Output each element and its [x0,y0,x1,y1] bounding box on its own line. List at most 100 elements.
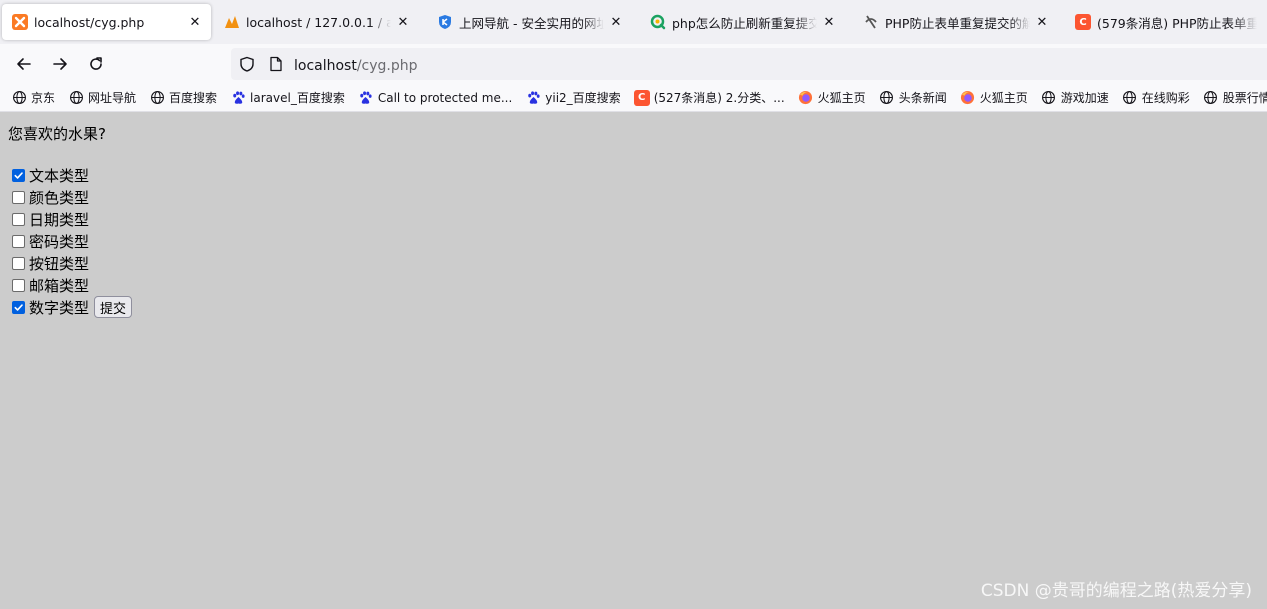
globe-icon [68,90,84,106]
bookmark-item[interactable]: C (527条消息) 2.分类、... [633,89,785,106]
tab-4[interactable]: PHP防止表单重复提交的解决方法 ✕ [853,4,1058,40]
url-host: localhost [294,57,357,74]
option-label: 日期类型 [29,210,90,229]
bookmark-item[interactable]: 头条新闻 [879,89,947,106]
url-bar[interactable]: localhost/cyg.php [231,48,1267,80]
close-icon[interactable]: ✕ [821,14,837,30]
submit-button[interactable]: 提交 [94,296,133,318]
option-label: 邮箱类型 [29,276,90,295]
bookmark-label: laravel_百度搜索 [250,91,345,105]
csdn-icon: C [1075,14,1091,30]
option-row[interactable]: 按钮类型 [12,252,132,274]
bookmark-label: 股票行情 [1222,91,1267,105]
bookmark-item[interactable]: Call to protected me... [358,90,512,106]
checkbox[interactable] [12,168,25,182]
option-label: 按钮类型 [29,254,90,273]
checkbox[interactable] [12,234,25,248]
tab-0[interactable]: localhost/cyg.php ✕ [2,4,211,40]
bookmark-label: 游戏加速 [1060,91,1109,105]
globe-icon [149,90,165,106]
bookmark-item[interactable]: 网址导航 [68,89,136,106]
bookmark-label: Call to protected me... [377,90,513,105]
php-icon [863,14,879,30]
tab-1[interactable]: localhost / 127.0.0.1 / a | phpMyAdmin ✕ [214,4,419,40]
option-row[interactable]: 日期类型 [12,208,132,230]
globe-icon [1041,90,1057,106]
phpmyadmin-icon [224,14,240,30]
tab-strip: localhost/cyg.php ✕ localhost / 127.0.0.… [0,0,1267,44]
option-label: 密码类型 [29,232,90,251]
option-row[interactable]: 颜色类型 [12,186,132,208]
close-icon[interactable]: ✕ [395,14,411,30]
close-icon[interactable]: ✕ [1034,14,1050,30]
bookmark-label: 网址导航 [88,91,137,105]
bookmark-item[interactable]: 火狐主页 [798,89,866,106]
check-icon [14,303,23,311]
close-icon[interactable]: ✕ [608,14,624,30]
globe-icon [1203,90,1219,106]
tab-title: php怎么防止刷新重复提交表单 [672,15,817,31]
checkbox[interactable] [12,190,25,204]
watermark: CSDN @贵哥的编程之路(热爱分享) [980,581,1252,601]
tab-title: (579条消息) PHP防止表单重复提交 [1097,15,1257,31]
bookmark-item[interactable]: 京东 [11,89,55,106]
bookmark-item[interactable]: 游戏加速 [1041,89,1109,106]
bookmark-item[interactable]: 百度搜索 [149,89,217,106]
bookmark-item[interactable]: 火狐主页 [960,89,1028,106]
tab-5[interactable]: C (579条消息) PHP防止表单重复提交 [1065,4,1265,40]
check-icon [14,171,23,179]
bookmark-label: yii2_百度搜索 [545,91,621,105]
bookmark-label: (527条消息) 2.分类、... [653,91,785,105]
globe-icon [1122,90,1138,106]
back-button[interactable] [10,50,38,78]
tab-3[interactable]: php怎么防止刷新重复提交表单 ✕ [640,4,845,40]
tab-title: localhost/cyg.php [34,14,145,30]
arrow-right-icon [53,58,67,70]
close-icon[interactable]: ✕ [187,14,203,30]
globe-icon [11,90,27,106]
page-icon[interactable] [266,54,286,74]
bookmark-item[interactable]: 在线购彩 [1122,89,1190,106]
forward-button[interactable] [46,50,74,78]
reload-icon [90,57,102,70]
shield-icon[interactable] [237,54,257,74]
baidu-paw-icon [230,90,246,106]
search-q-icon [650,14,666,30]
option-row[interactable]: 文本类型 [12,164,132,186]
xampp-icon [12,14,28,30]
url-text[interactable]: localhost/cyg.php [294,55,418,74]
options-list: 文本类型 颜色类型 日期类型 密码类型 按钮类型 邮箱类型 数字类型 提交 [12,164,133,318]
question-text: 您喜欢的水果? [8,125,106,143]
shield-k-icon [437,14,453,30]
bookmark-label: 京东 [31,91,56,105]
baidu-paw-icon [358,90,374,106]
bookmark-label: 百度搜索 [169,91,218,105]
bookmark-item[interactable]: laravel_百度搜索 [230,89,345,106]
bookmark-item[interactable]: yii2_百度搜索 [525,89,621,106]
firefox-icon [798,90,814,106]
tab-2[interactable]: 上网导航 - 安全实用的网址导航 ✕ [427,4,632,40]
checkbox[interactable] [12,212,25,226]
tab-title: PHP防止表单重复提交的解决方法 [885,15,1030,31]
nav-bar: localhost/cyg.php [0,44,1267,84]
checkbox[interactable] [12,300,25,314]
option-label: 数字类型 [29,298,90,317]
globe-icon [879,90,895,106]
option-row[interactable]: 邮箱类型 [12,274,132,296]
checkbox[interactable] [12,256,25,270]
option-label: 颜色类型 [29,188,90,207]
page-content: 您喜欢的水果? 文本类型 颜色类型 日期类型 密码类型 按钮类型 邮箱类型 数字 [0,113,1267,609]
bookmark-label: 火狐主页 [979,91,1028,105]
option-row[interactable]: 密码类型 [12,230,132,252]
checkbox[interactable] [12,278,25,292]
option-row[interactable]: 数字类型 提交 [12,296,133,318]
tab-title: 上网导航 - 安全实用的网址导航 [459,15,604,31]
bookmark-label: 火狐主页 [817,91,866,105]
bookmark-label: 在线购彩 [1141,91,1190,105]
firefox-icon [960,90,976,106]
bookmark-label: 头条新闻 [898,91,947,105]
tab-title: localhost / 127.0.0.1 / a | phpMyAdmin [246,14,391,30]
bookmark-item[interactable]: 股票行情 [1203,89,1267,106]
csdn-icon: C [633,89,650,106]
reload-button[interactable] [82,50,110,78]
